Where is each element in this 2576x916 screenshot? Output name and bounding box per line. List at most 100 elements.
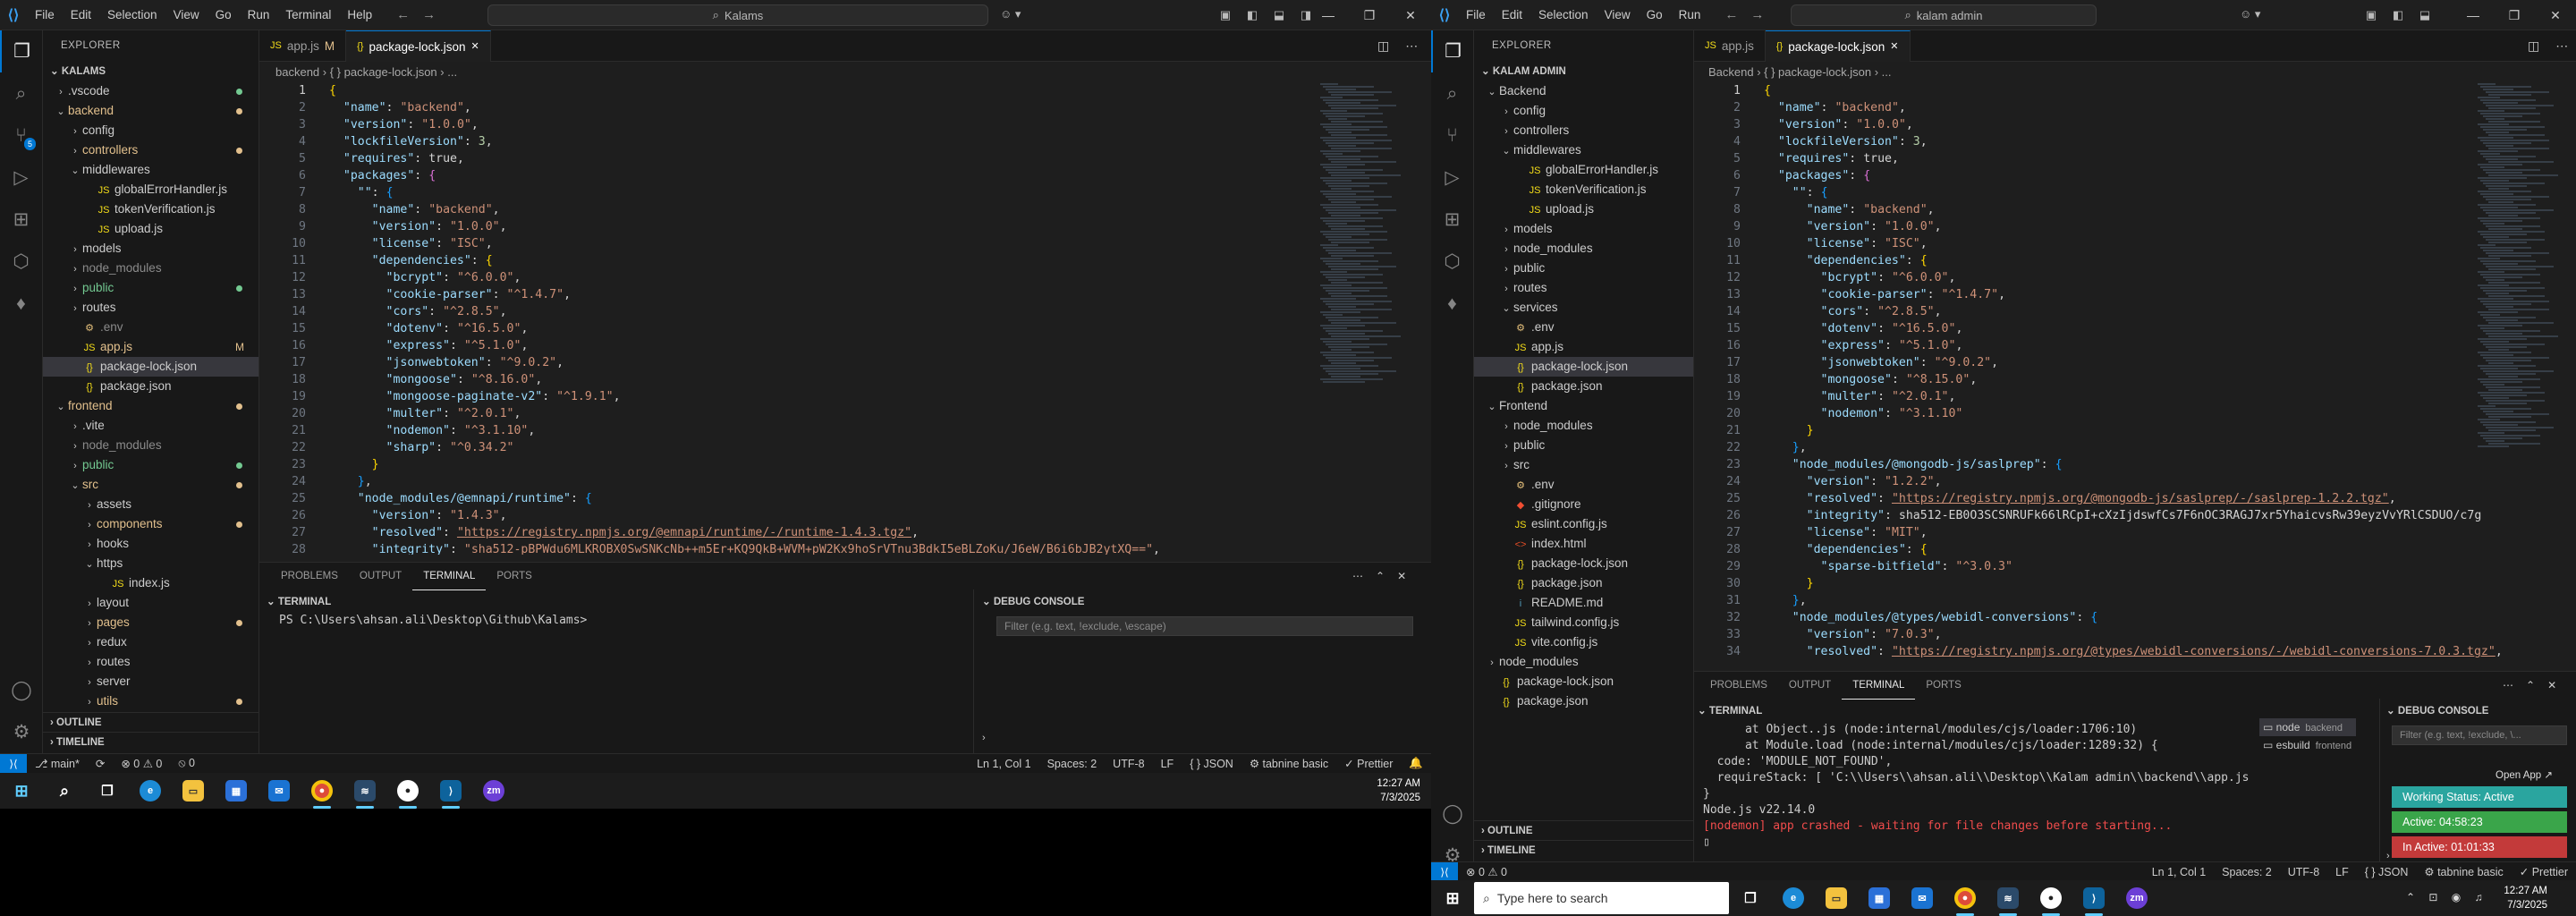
code-line[interactable]: "cors": "^2.8.5", [1764, 303, 2503, 320]
code-line[interactable]: "version": "7.0.3", [1764, 626, 2503, 643]
folder-backend[interactable]: ⌄ backend [43, 101, 258, 121]
folder-backend[interactable]: ⌄ Backend [1474, 81, 1693, 101]
code-line[interactable]: "dependencies": { [1764, 252, 2503, 269]
code-line[interactable]: { [1764, 82, 2503, 99]
file-readme-md[interactable]: i README.md [1474, 593, 1693, 613]
code-line[interactable]: "version": "1.4.3", [329, 507, 1160, 524]
chrome-icon[interactable]: ● [1944, 880, 1987, 916]
code-line[interactable]: "node_modules/@types/webidl-conversions"… [1764, 609, 2503, 626]
status-pill-2[interactable]: In Active: 01:01:33 [2392, 836, 2567, 858]
more-actions-icon[interactable]: ⋯ [1405, 38, 1418, 54]
folder-controllers[interactable]: › controllers [1474, 121, 1693, 140]
terminal-instance-node[interactable]: ▭ node backend [2259, 718, 2356, 736]
menu-run[interactable]: Run [240, 0, 278, 30]
folder-components[interactable]: › components [43, 514, 258, 534]
code-line[interactable]: } [329, 456, 1160, 473]
mongodb-icon[interactable]: ♦ [1431, 283, 1473, 325]
remote-explorer-icon[interactable]: ⬡ [0, 241, 42, 283]
right-nav-arrows-icon[interactable]: ←→ [1724, 7, 1776, 22]
status-spaces-2[interactable]: Spaces: 2 [2214, 866, 2280, 878]
panel-tab-terminal[interactable]: TERMINAL [1842, 672, 1916, 700]
folder-routes[interactable]: › routes [43, 298, 258, 318]
menu-view[interactable]: View [1597, 0, 1639, 30]
taskbar-search-box[interactable]: ⌕ Type here to search [1474, 882, 1729, 914]
terminal-instance-esbuild[interactable]: ▭ esbuild frontend [2259, 736, 2356, 754]
file-env[interactable]: ⚙ .env [1474, 318, 1693, 337]
file-app-js[interactable]: JS app.js M [43, 337, 258, 357]
code-line[interactable]: "name": "backend", [329, 99, 1160, 116]
panel-tab-ports[interactable]: PORTS [1915, 672, 1971, 699]
account-icon[interactable]: ◯ [0, 669, 43, 711]
folder-frontend[interactable]: ⌄ frontend [43, 396, 258, 416]
file-explorer-icon[interactable]: ▭ [1815, 880, 1858, 916]
code-line[interactable]: "version": "1.0.0", [1764, 218, 2503, 235]
vscode-taskbar-icon[interactable]: ⟩ [429, 773, 472, 809]
code-line[interactable]: "resolved": "https://registry.npmjs.org/… [1764, 490, 2503, 507]
folder-models[interactable]: › models [1474, 219, 1693, 239]
code-line[interactable]: "version": "1.0.0", [1764, 116, 2503, 133]
status-left-3[interactable]: ⦸ 0 [170, 757, 203, 770]
code-line[interactable]: "express": "^5.1.0", [1764, 337, 2503, 354]
folder-public[interactable]: › public [43, 278, 258, 298]
panel-tab-output[interactable]: OUTPUT [1778, 672, 1842, 699]
code-line[interactable]: "lockfileVersion": 3, [329, 133, 1160, 150]
code-line[interactable]: "cors": "^2.8.5", [329, 303, 1160, 320]
code-line[interactable]: "nodemon": "^3.1.10" [1764, 405, 2503, 422]
close-panel-icon[interactable]: ✕ [2547, 679, 2556, 691]
code-line[interactable]: }, [1764, 439, 2503, 456]
maximize-icon[interactable]: ❐ [2494, 8, 2535, 23]
windows-start-icon[interactable]: ⊞ [0, 773, 43, 809]
workspace-header[interactable]: ⌄ KALAMS [43, 62, 258, 81]
folder-src[interactable]: ⌄ src [43, 475, 258, 495]
split-editor-icon[interactable]: ◫ [1377, 38, 1389, 54]
toggle-panel-icon[interactable]: ⬓ [2411, 8, 2438, 22]
folder-models[interactable]: › models [43, 239, 258, 259]
folder-vscode[interactable]: › .vscode [43, 81, 258, 101]
status-left-1[interactable]: ⟳ [88, 757, 113, 770]
menu-edit[interactable]: Edit [63, 0, 99, 30]
folder-node-modules[interactable]: › node_modules [43, 259, 258, 278]
code-line[interactable]: "packages": { [1764, 167, 2503, 184]
menu-view[interactable]: View [165, 0, 208, 30]
remote-indicator-icon[interactable]: ⟩⟨ [1431, 861, 1458, 881]
folder-config[interactable]: › config [1474, 101, 1693, 121]
file-package-json[interactable]: {} package.json [1474, 573, 1693, 593]
file-globalerrorhandler-js[interactable]: JS globalErrorHandler.js [43, 180, 258, 199]
file-eslint-config-js[interactable]: JS eslint.config.js [1474, 514, 1693, 534]
tab-package-lock-json[interactable]: {} package-lock.json ✕ [1765, 30, 1911, 62]
code-line[interactable]: { [329, 82, 1160, 99]
explorer-icon[interactable]: ❐ [0, 30, 42, 72]
menu-go[interactable]: Go [1639, 0, 1671, 30]
status-utf-8[interactable]: UTF-8 [2280, 866, 2327, 878]
code-line[interactable]: "integrity": sha512-EB0O3SCSNRUFk66lRCpI… [1764, 507, 2503, 524]
folder-public[interactable]: › public [43, 455, 258, 475]
manage-gear-icon[interactable]: ⚙ [0, 711, 43, 753]
status-spaces-2[interactable]: Spaces: 2 [1039, 758, 1106, 770]
breadcrumb[interactable]: Backend › { } package-lock.json › ... [1708, 63, 1892, 82]
status-prettier[interactable]: ✓ Prettier [1336, 757, 1401, 770]
code-line[interactable]: "name": "backend", [1764, 201, 2503, 218]
zoom-icon[interactable]: zm [472, 773, 515, 809]
folder-vite[interactable]: › .vite [43, 416, 258, 436]
close-tab-icon[interactable]: ✕ [471, 31, 479, 63]
minimap[interactable] [1320, 82, 1401, 555]
status-prettier[interactable]: ✓ Prettier [2512, 865, 2576, 878]
extensions-icon[interactable]: ⊞ [0, 199, 42, 241]
code-line[interactable]: "dependencies": { [1764, 541, 2503, 558]
copilot-icon[interactable]: ☺ ▾ [2240, 7, 2260, 21]
status-left-2[interactable]: ⊗ 0 ⚠ 0 [113, 757, 170, 770]
code-line[interactable]: "": { [329, 184, 1160, 201]
code-line[interactable]: "dependencies": { [329, 252, 1160, 269]
breadcrumb[interactable]: backend › { } package-lock.json › ... [275, 63, 457, 82]
file-explorer-icon[interactable]: ▭ [172, 773, 215, 809]
folder-frontend[interactable]: ⌄ Frontend [1474, 396, 1693, 416]
file-tokenverification-js[interactable]: JS tokenVerification.js [43, 199, 258, 219]
folder-server[interactable]: › server [43, 672, 258, 691]
code-line[interactable]: "cookie-parser": "^1.4.7", [329, 286, 1160, 303]
more-icon[interactable]: ⋯ [2503, 679, 2513, 691]
system-tray-icons[interactable]: ⌃ ⊡ ◉ ♫ [2406, 891, 2488, 903]
code-line[interactable]: "resolved": "https://registry.npmjs.org/… [1764, 643, 2503, 660]
menu-go[interactable]: Go [208, 0, 240, 30]
maximize-panel-icon[interactable]: ⌃ [2526, 679, 2535, 691]
store-icon[interactable]: ▦ [1858, 880, 1901, 916]
